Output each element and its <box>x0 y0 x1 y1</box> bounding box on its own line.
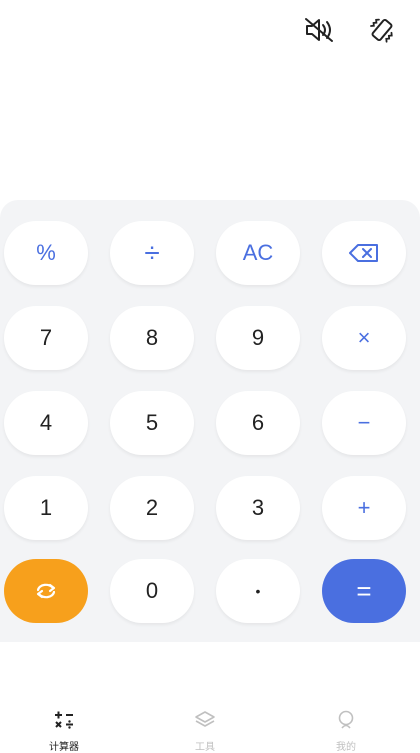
profile-icon <box>334 708 358 732</box>
tab-tools-label: 工具 <box>195 742 215 753</box>
tab-tools[interactable]: 工具 <box>165 708 245 753</box>
digit-4-key[interactable]: 4 <box>4 391 88 455</box>
vibrate-phone-icon[interactable] <box>366 14 398 46</box>
digit-6-key[interactable]: 6 <box>216 391 300 455</box>
backspace-key[interactable] <box>322 221 406 285</box>
speaker-muted-icon[interactable] <box>303 14 335 46</box>
digit-7-key[interactable]: 7 <box>4 306 88 370</box>
tab-profile-label: 我的 <box>336 742 356 753</box>
digit-1-key[interactable]: 1 <box>4 476 88 540</box>
layers-icon <box>193 708 217 732</box>
multiply-key[interactable]: × <box>322 306 406 370</box>
calculator-ops-icon <box>52 708 76 732</box>
digit-8-key[interactable]: 8 <box>110 306 194 370</box>
result-display <box>0 60 420 200</box>
percent-key[interactable]: % <box>4 221 88 285</box>
tab-calculator-label: 计算器 <box>49 742 79 753</box>
top-bar <box>0 0 420 60</box>
equals-key[interactable]: = <box>322 559 406 623</box>
digit-0-key[interactable]: 0 <box>110 559 194 623</box>
backspace-icon <box>348 243 380 263</box>
digit-2-key[interactable]: 2 <box>110 476 194 540</box>
keypad: % ÷ AC 7 8 9 × 4 5 6 − 1 2 3 + 0 • = <box>0 200 420 642</box>
bottom-tab-bar: 计算器 工具 我的 <box>0 700 420 753</box>
divide-key[interactable]: ÷ <box>110 221 194 285</box>
refresh-swap-icon <box>34 581 58 601</box>
decimal-point-key[interactable]: • <box>216 559 300 623</box>
tab-calculator[interactable]: 计算器 <box>24 708 104 753</box>
tab-profile[interactable]: 我的 <box>306 708 386 753</box>
digit-9-key[interactable]: 9 <box>216 306 300 370</box>
clear-key[interactable]: AC <box>216 221 300 285</box>
digit-3-key[interactable]: 3 <box>216 476 300 540</box>
swap-mode-key[interactable] <box>4 559 88 623</box>
minus-key[interactable]: − <box>322 391 406 455</box>
plus-key[interactable]: + <box>322 476 406 540</box>
digit-5-key[interactable]: 5 <box>110 391 194 455</box>
